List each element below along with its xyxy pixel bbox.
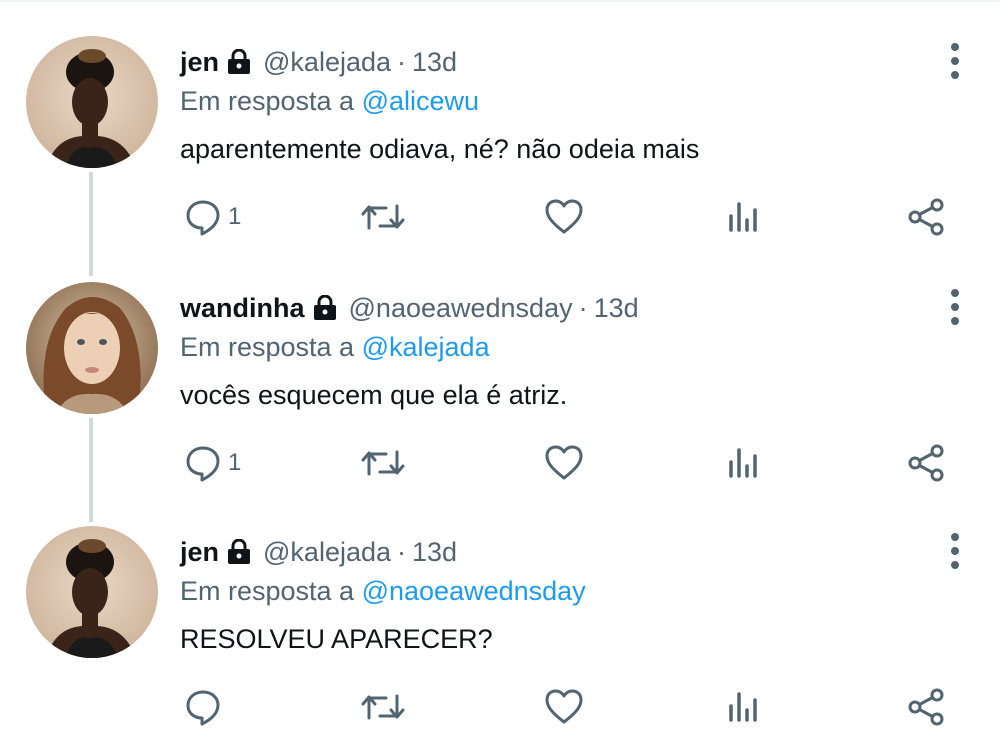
retweet-icon [361,694,405,720]
top-divider [0,0,1000,2]
share-icon [908,198,944,236]
separator: · [397,46,407,77]
reply-icon [186,200,220,236]
reply-context: Em resposta a @kalejada [180,332,490,363]
display-name[interactable]: jen [180,47,219,78]
retweet-icon [361,450,405,476]
mention-link[interactable]: @kalejada [362,332,490,362]
reply-prefix: Em resposta a [180,86,355,116]
share-icon [908,444,944,482]
tweet-header: wandinha @naoeawednsday · 13d [180,290,639,326]
retweet-button[interactable] [360,686,406,728]
separator: · [578,292,588,323]
mention-link[interactable]: @naoeawednsday [362,576,586,606]
avatar[interactable] [26,526,158,658]
tweet-header: jen @kalejada · 13d [180,44,457,80]
tweet-text: RESOLVEU APARECER? [180,624,493,654]
reply-context: Em resposta a @alicewu [180,86,479,117]
stats-icon [729,692,757,722]
reply-context: Em resposta a @naoeawednsday [180,576,586,607]
reply-prefix: Em resposta a [180,576,355,606]
action-bar: 1 [0,442,1000,484]
action-bar: 1 [0,196,1000,238]
reply-button[interactable]: 1 [184,196,241,238]
tweet[interactable]: jen @kalejada · 13d Em resposta a @naoea… [0,516,1000,744]
share-button[interactable] [906,442,946,484]
stats-button[interactable] [727,686,761,728]
more-icon[interactable] [944,42,966,82]
lock-icon [227,48,251,75]
avatar[interactable] [26,36,158,168]
user-handle[interactable]: @naoeawednsday [349,293,573,324]
reply-button[interactable]: 1 [184,442,241,484]
timestamp[interactable]: 13d [594,293,639,324]
reply-icon [186,446,220,482]
timestamp[interactable]: 13d [412,537,457,568]
stats-icon [729,202,757,232]
lock-icon [227,538,251,565]
display-name[interactable]: wandinha [180,293,305,324]
reply-prefix: Em resposta a [180,332,355,362]
retweet-button[interactable] [360,196,406,238]
stats-button[interactable] [727,196,761,238]
mention-link[interactable]: @alicewu [362,86,479,116]
stats-icon [729,448,757,478]
tweet[interactable]: wandinha @naoeawednsday · 13d Em respost… [0,272,1000,522]
retweet-button[interactable] [360,442,406,484]
stats-button[interactable] [727,442,761,484]
reply-count: 1 [228,449,242,476]
avatar[interactable] [26,282,158,414]
tweet-header: jen @kalejada · 13d [180,534,457,570]
like-button[interactable] [545,686,583,728]
more-icon[interactable] [944,532,966,572]
tweet-text: vocês esquecem que ela é atriz. [180,380,568,410]
display-name[interactable]: jen [180,537,219,568]
lock-icon [313,294,337,321]
like-icon [545,199,583,234]
action-bar [0,686,1000,728]
reply-count: 1 [228,203,242,230]
like-icon [545,445,583,480]
reply-icon [186,690,220,726]
tweet[interactable]: jen @kalejada · 13d Em resposta a @alice… [0,26,1000,276]
separator: · [397,536,407,567]
share-icon [908,688,944,726]
reply-button[interactable] [184,686,222,728]
like-button[interactable] [545,196,583,238]
more-icon[interactable] [944,288,966,328]
user-handle[interactable]: @kalejada [263,47,391,78]
tweet-text: aparentemente odiava, né? não odeia mais [180,134,700,164]
share-button[interactable] [906,196,946,238]
share-button[interactable] [906,686,946,728]
timestamp[interactable]: 13d [412,47,457,78]
like-button[interactable] [545,442,583,484]
user-handle[interactable]: @kalejada [263,537,391,568]
like-icon [545,689,583,724]
retweet-icon [361,204,405,230]
